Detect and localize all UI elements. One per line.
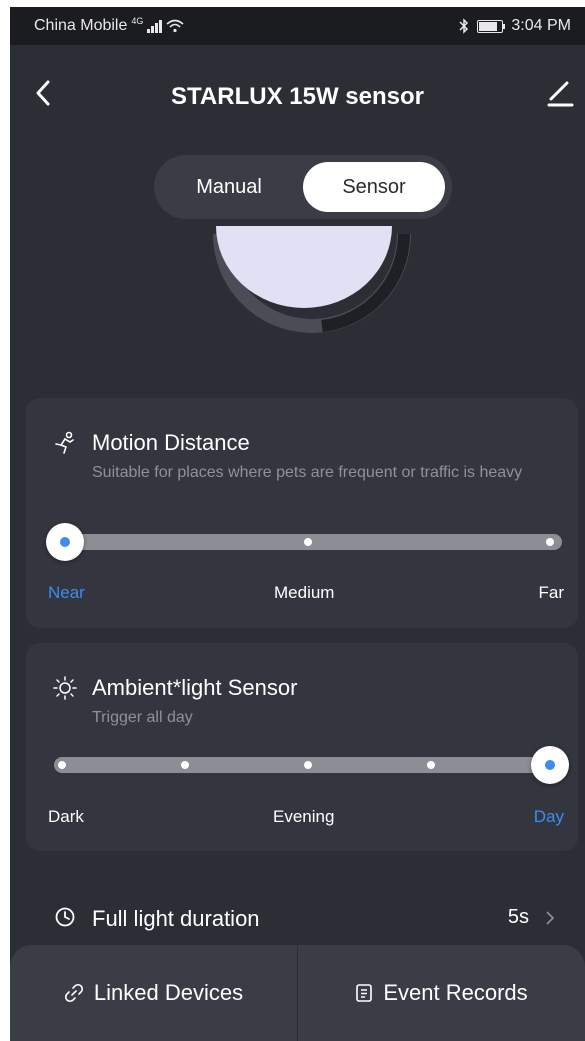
label-far: Far bbox=[538, 583, 565, 602]
chevron-right-icon bbox=[546, 911, 555, 925]
signal-icon bbox=[147, 19, 163, 33]
page-title: STARLUX 15W sensor bbox=[171, 83, 424, 110]
full-light-duration-row[interactable]: Full light duration 5s bbox=[10, 892, 585, 942]
slider-handle[interactable] bbox=[531, 746, 569, 784]
slider-stop[interactable] bbox=[304, 538, 312, 546]
full-light-duration-label: Full light duration bbox=[92, 906, 260, 931]
label-evening: Evening bbox=[273, 807, 335, 826]
linked-devices-label: Linked Devices bbox=[93, 980, 244, 1005]
mode-toggle: Manual Sensor bbox=[154, 155, 452, 219]
lamp-illustration bbox=[213, 226, 411, 333]
ambient-light-card: Ambient*light Sensor Trigger all day Dar… bbox=[26, 643, 578, 851]
event-records-button[interactable]: Event Records bbox=[298, 945, 585, 1041]
phone-screen: China Mobile 4G 3:04 PM STARLUX 15W sens… bbox=[10, 7, 585, 1041]
label-dark: Dark bbox=[48, 807, 84, 826]
event-records-label: Event Records bbox=[383, 980, 528, 1005]
running-person-icon bbox=[55, 431, 74, 454]
pencil-icon[interactable] bbox=[545, 77, 575, 109]
wifi-icon bbox=[166, 19, 184, 33]
network-type: 4G bbox=[131, 16, 144, 26]
document-icon bbox=[356, 984, 373, 1002]
ambient-light-description: Trigger all day bbox=[92, 709, 193, 726]
bluetooth-icon bbox=[459, 18, 469, 34]
slider-stop[interactable] bbox=[427, 761, 435, 769]
clock-icon bbox=[55, 907, 75, 927]
slider-stop[interactable] bbox=[181, 761, 189, 769]
bottom-action-bar: Linked Devices Event Records bbox=[10, 945, 585, 1041]
motion-distance-title: Motion Distance bbox=[92, 430, 250, 455]
carrier-label: China Mobile bbox=[34, 17, 128, 34]
motion-distance-slider[interactable] bbox=[46, 523, 562, 561]
status-bar: China Mobile 4G 3:04 PM bbox=[10, 7, 585, 45]
motion-distance-description: Suitable for places where pets are frequ… bbox=[92, 464, 523, 481]
ambient-light-slider[interactable] bbox=[54, 746, 569, 784]
full-light-duration-value: 5s bbox=[507, 906, 529, 928]
link-icon bbox=[64, 983, 83, 1003]
battery-icon bbox=[477, 19, 506, 33]
mode-sensor-button[interactable]: Sensor bbox=[303, 162, 445, 212]
slider-stop[interactable] bbox=[304, 761, 312, 769]
clock-time: 3:04 PM bbox=[511, 17, 571, 34]
label-medium: Medium bbox=[274, 583, 335, 602]
sun-icon bbox=[53, 676, 77, 700]
linked-devices-button[interactable]: Linked Devices bbox=[10, 945, 297, 1041]
mode-manual-button[interactable]: Manual bbox=[154, 155, 304, 219]
slider-stop[interactable] bbox=[58, 761, 66, 769]
slider-stop[interactable] bbox=[546, 538, 554, 546]
slider-handle[interactable] bbox=[46, 523, 84, 561]
motion-distance-card: Motion Distance Suitable for places wher… bbox=[26, 398, 578, 628]
label-day: Day bbox=[533, 807, 564, 826]
label-near: Near bbox=[48, 583, 85, 602]
top-app-bar: STARLUX 15W sensor bbox=[10, 45, 585, 135]
ambient-light-title: Ambient*light Sensor bbox=[92, 675, 298, 700]
